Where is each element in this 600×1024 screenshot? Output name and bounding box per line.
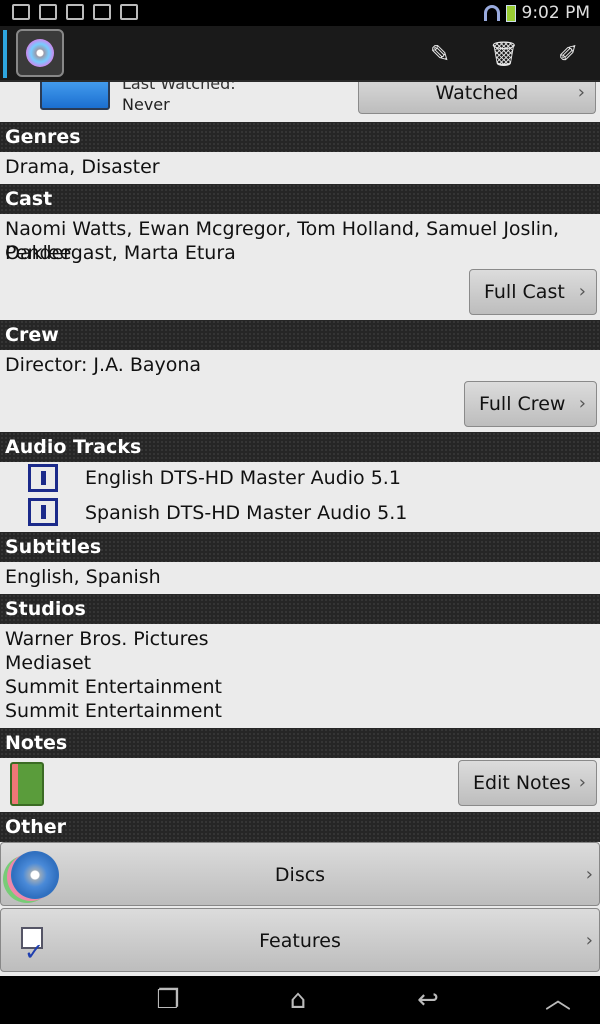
drawer-indicator	[3, 30, 7, 78]
notes-header: Notes	[0, 728, 600, 758]
full-cast-button[interactable]: Full Cast ›	[469, 269, 597, 315]
action-bar: ✎ 🗑 ✐	[0, 26, 600, 82]
audio-tracks-header: Audio Tracks	[0, 432, 600, 462]
battery-icon	[505, 4, 516, 22]
discs-button[interactable]: Discs ›	[0, 842, 600, 906]
subtitles-header: Subtitles	[0, 532, 600, 562]
download-icon	[93, 4, 111, 20]
studio-item: Mediaset	[5, 652, 92, 674]
full-crew-label: Full Crew	[479, 393, 566, 415]
studio-item: Summit Entertainment	[5, 676, 222, 698]
watched-button[interactable]: Watched ›	[358, 82, 596, 114]
studio-item: Warner Bros. Pictures	[5, 628, 209, 650]
app-logo-icon[interactable]	[16, 29, 64, 77]
wifi-icon	[483, 5, 500, 21]
edit-notes-label: Edit Notes	[473, 772, 571, 794]
recent-apps-icon[interactable]: ❐	[148, 986, 188, 1014]
other-header: Other	[0, 812, 600, 842]
chevron-right-icon: ›	[578, 393, 586, 414]
navigation-bar: ❐ ⌂ ↩ ︿	[0, 976, 600, 1024]
studios-header: Studios	[0, 594, 600, 624]
movie-cover-icon	[40, 82, 110, 110]
trash-icon[interactable]: 🗑	[486, 36, 522, 72]
crew-value: Director: J.A. Bayona	[5, 354, 202, 376]
chevron-right-icon: ›	[585, 930, 593, 951]
cast-line-2: Pendergast, Marta Etura	[5, 242, 236, 264]
audio-track-2: Spanish DTS-HD Master Audio 5.1	[85, 502, 408, 524]
status-time: 9:02 PM	[521, 3, 591, 23]
chevron-right-icon: ›	[577, 82, 585, 103]
last-watched-value: Never	[122, 95, 170, 114]
notebook-icon	[10, 762, 44, 806]
chevron-right-icon: ›	[578, 281, 586, 302]
tag-pencil-icon[interactable]: ✐	[550, 36, 586, 72]
image-icon	[39, 4, 57, 20]
chevron-right-icon: ›	[585, 864, 593, 885]
home-icon[interactable]: ⌂	[278, 986, 318, 1014]
genres-header: Genres	[0, 122, 600, 152]
play-store-icon	[120, 4, 138, 20]
crew-header: Crew	[0, 320, 600, 350]
checkbox-icon	[21, 920, 44, 976]
full-cast-label: Full Cast	[484, 281, 565, 303]
movie-details-content[interactable]: Last Watched: Never Watched › Genres Dra…	[0, 82, 600, 976]
audio-track-icon	[28, 498, 58, 526]
mail-icon	[66, 4, 84, 20]
back-icon[interactable]: ↩	[408, 986, 448, 1014]
notes-row: Edit Notes ›	[0, 758, 600, 810]
discs-icon	[11, 851, 59, 899]
chevron-right-icon: ›	[578, 772, 586, 793]
audio-track-icon	[28, 464, 58, 492]
watched-button-label: Watched	[435, 82, 519, 104]
features-button[interactable]: Features ›	[0, 908, 600, 976]
notification-icons	[12, 4, 138, 20]
discs-label: Discs	[274, 864, 326, 886]
usb-icon	[12, 4, 30, 20]
cast-header: Cast	[0, 184, 600, 214]
pencil-icon[interactable]: ✎	[422, 36, 458, 72]
status-bar: 9:02 PM	[0, 0, 600, 26]
edit-notes-button[interactable]: Edit Notes ›	[458, 760, 597, 806]
features-label: Features	[259, 930, 341, 952]
audio-track-1: English DTS-HD Master Audio 5.1	[85, 467, 401, 489]
subtitles-value: English, Spanish	[5, 566, 161, 588]
studio-item: Summit Entertainment	[5, 700, 222, 722]
genres-value: Drama, Disaster	[5, 156, 160, 178]
full-crew-button[interactable]: Full Crew ›	[464, 381, 597, 427]
menu-up-icon[interactable]: ︿	[538, 986, 578, 1014]
